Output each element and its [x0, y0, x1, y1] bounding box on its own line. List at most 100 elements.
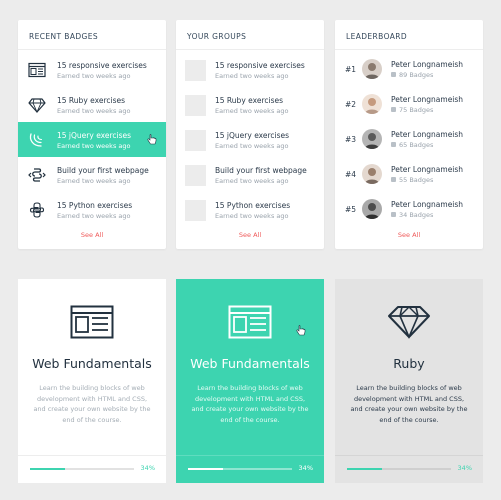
see-all-link[interactable]: See All: [335, 231, 483, 239]
course-card-web-fundamentals-hover[interactable]: Web Fundamentals Learn the building bloc…: [176, 279, 324, 483]
progress-bar: [347, 468, 451, 470]
diamond-icon: [28, 98, 46, 114]
course-footer: 34%: [335, 455, 483, 483]
badge-title: 15 jQuery exercises: [57, 131, 132, 140]
browser-window-icon: [28, 62, 46, 78]
user-name: Peter Longnameish: [391, 130, 464, 139]
group-item[interactable]: 15 Python exercises Earned two weeks ago: [176, 192, 324, 227]
user-name: Peter Longnameish: [391, 165, 464, 174]
group-item[interactable]: 15 jQuery exercises Earned two weeks ago: [176, 122, 324, 157]
user-name: Peter Longnameish: [391, 200, 464, 209]
badge-count: 65 Badges: [391, 141, 433, 149]
diamond-icon: [388, 306, 430, 339]
leaderboard-row[interactable]: #4 Peter Longnameish 55 Badges: [335, 157, 483, 192]
badge-item-python[interactable]: 15 Python exercises Earned two weeks ago: [18, 192, 166, 227]
group-thumbnail: [185, 130, 206, 151]
badge-item-responsive[interactable]: 15 responsive exercises Earned two weeks…: [18, 52, 166, 87]
group-title: 15 jQuery exercises: [215, 131, 290, 140]
group-subtitle: Earned two weeks ago: [215, 177, 289, 185]
avatar: [362, 59, 382, 79]
badge-icon: [391, 212, 396, 217]
progress-label: 34%: [140, 464, 155, 472]
badge-subtitle: Earned two weeks ago: [57, 177, 131, 185]
leaderboard-row[interactable]: #3 Peter Longnameish 65 Badges: [335, 122, 483, 157]
leaderboard-row[interactable]: #5 Peter Longnameish 34 Badges: [335, 192, 483, 227]
leaderboard-row[interactable]: #2 Peter Longnameish 75 Badges: [335, 87, 483, 122]
progress-bar: [188, 468, 292, 470]
group-thumbnail: [185, 60, 206, 81]
group-item[interactable]: 15 Ruby exercises Earned two weeks ago: [176, 87, 324, 122]
badge-title: Build your first webpage: [57, 166, 149, 175]
rank-label: #1: [345, 65, 357, 74]
group-subtitle: Earned two weeks ago: [215, 212, 289, 220]
avatar: [362, 199, 382, 219]
badge-count-text: 34 Badges: [399, 211, 434, 219]
badge-title: 15 responsive exercises: [57, 61, 147, 70]
group-title: 15 responsive exercises: [215, 61, 305, 70]
progress-fill: [30, 468, 66, 470]
group-title: Build your first webpage: [215, 166, 307, 175]
course-title: Web Fundamentals: [32, 356, 152, 371]
badge-count: 55 Badges: [391, 176, 433, 184]
browser-window-icon: [70, 305, 114, 339]
your-groups-panel: YOUR GROUPS 15 responsive exercises Earn…: [176, 20, 324, 249]
avatar: [362, 94, 382, 114]
badge-subtitle: Earned two weeks ago: [57, 107, 131, 115]
badge-count-text: 89 Badges: [399, 71, 434, 79]
user-name: Peter Longnameish: [391, 60, 464, 69]
course-title: Web Fundamentals: [190, 356, 310, 371]
leaderboard-title: LEADERBOARD: [335, 20, 483, 50]
badge-icon: [391, 177, 396, 182]
python-icon: [29, 202, 45, 218]
group-item[interactable]: 15 responsive exercises Earned two weeks…: [176, 52, 324, 87]
badge-subtitle: Earned two weeks ago: [57, 212, 131, 220]
group-thumbnail: [185, 200, 206, 221]
progress-fill: [188, 468, 224, 470]
rank-label: #3: [345, 135, 357, 144]
rank-label: #5: [345, 205, 357, 214]
group-subtitle: Earned two weeks ago: [215, 107, 289, 115]
progress-label: 34%: [298, 464, 313, 472]
badge-item-jquery[interactable]: 15 jQuery exercises Earned two weeks ago: [18, 122, 166, 157]
group-title: 15 Python exercises: [215, 201, 291, 210]
course-description: Learn the building blocks of web develop…: [191, 384, 309, 424]
group-subtitle: Earned two weeks ago: [215, 142, 289, 150]
group-thumbnail: [185, 165, 206, 186]
badge-title: 15 Ruby exercises: [57, 96, 125, 105]
group-thumbnail: [185, 95, 206, 116]
rank-label: #2: [345, 100, 357, 109]
badge-count-text: 75 Badges: [399, 106, 434, 114]
rank-label: #4: [345, 170, 357, 179]
recent-badges-title: RECENT BADGES: [18, 20, 166, 50]
browser-window-icon: [228, 305, 272, 339]
group-item[interactable]: Build your first webpage Earned two week…: [176, 157, 324, 192]
badge-subtitle: Earned two weeks ago: [57, 142, 131, 150]
badge-count: 89 Badges: [391, 71, 433, 79]
course-card-web-fundamentals[interactable]: Web Fundamentals Learn the building bloc…: [18, 279, 166, 483]
badge-icon: [391, 72, 396, 77]
hand-cursor-icon: [147, 134, 157, 145]
course-card-ruby[interactable]: Ruby Learn the building blocks of web de…: [335, 279, 483, 483]
hand-cursor-icon: [296, 325, 306, 336]
badge-icon: [391, 142, 396, 147]
course-title: Ruby: [393, 356, 425, 371]
group-title: 15 Ruby exercises: [215, 96, 283, 105]
badge-count-text: 55 Badges: [399, 176, 434, 184]
progress-label: 34%: [457, 464, 472, 472]
course-description: Learn the building blocks of web develop…: [33, 384, 151, 424]
jquery-icon: [29, 133, 43, 147]
your-groups-title: YOUR GROUPS: [176, 20, 324, 50]
avatar: [362, 164, 382, 184]
see-all-link[interactable]: See All: [176, 231, 324, 239]
badge-item-first-webpage[interactable]: Build your first webpage Earned two week…: [18, 157, 166, 192]
recent-badges-panel: RECENT BADGES 15 responsive exercises Ea…: [18, 20, 166, 249]
badge-icon: [391, 107, 396, 112]
progress-bar: [30, 468, 134, 470]
avatar: [362, 129, 382, 149]
see-all-link[interactable]: See All: [18, 231, 166, 239]
user-name: Peter Longnameish: [391, 95, 464, 104]
course-footer: 34%: [176, 455, 324, 483]
course-footer: 34%: [18, 455, 166, 483]
badge-item-ruby[interactable]: 15 Ruby exercises Earned two weeks ago: [18, 87, 166, 122]
leaderboard-row[interactable]: #1 Peter Longnameish 89 Badges: [335, 52, 483, 87]
